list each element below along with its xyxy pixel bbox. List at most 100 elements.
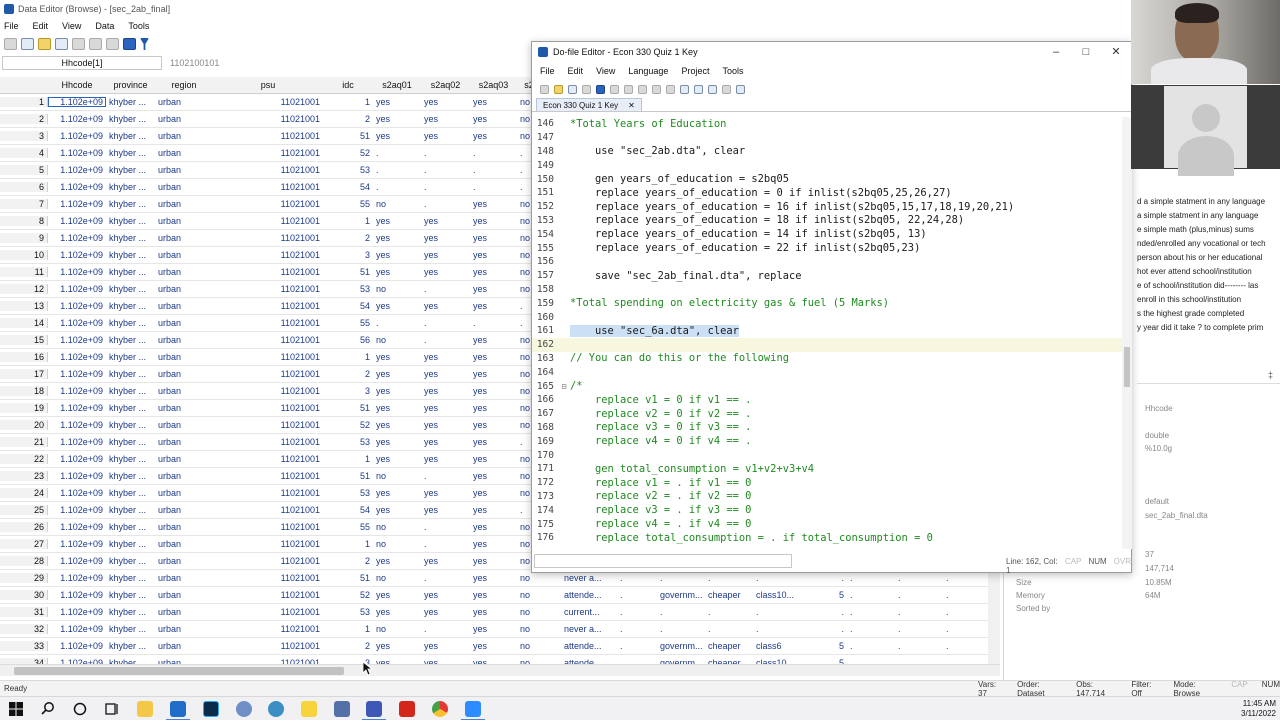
table-cell[interactable]: 1.102e+09 [48,386,106,396]
table-cell[interactable]: . [943,590,991,600]
table-cell[interactable]: urban [155,420,213,430]
table-cell[interactable]: khyber ... [106,454,155,464]
table-cell[interactable]: 1 [323,624,373,634]
table-cell[interactable]: 11021001 [213,403,323,413]
table-cell[interactable]: cheaper [705,590,753,600]
table-cell[interactable]: khyber ... [106,437,155,447]
maximize-icon[interactable]: □ [1071,42,1101,62]
row-number[interactable]: 12 [0,284,48,294]
table-cell[interactable]: 1.102e+09 [48,335,106,345]
table-cell[interactable]: . [421,182,470,192]
code-line[interactable]: 160 [532,310,1122,324]
table-cell[interactable]: yes [470,403,517,413]
table-cell[interactable]: 11021001 [213,131,323,141]
table-cell[interactable]: no [373,573,421,583]
table-cell[interactable]: . [421,318,470,328]
current-cell-name[interactable]: Hhcode[1] [2,56,162,70]
code-line[interactable]: 157 save "sec_2ab_final.dta", replace [532,269,1122,283]
table-cell[interactable]: . [657,607,705,617]
table-cell[interactable]: khyber ... [106,641,155,651]
table-cell[interactable]: urban [155,471,213,481]
table-cell[interactable]: urban [155,301,213,311]
table-cell[interactable]: cheaper [705,641,753,651]
table-cell[interactable]: . [847,607,895,617]
table-cell[interactable]: yes [470,284,517,294]
table-cell[interactable]: urban [155,386,213,396]
table-cell[interactable]: urban [155,403,213,413]
save-icon[interactable] [55,38,68,50]
table-cell[interactable]: urban [155,165,213,175]
table-cell[interactable]: yes [470,250,517,260]
variable-label-item[interactable]: a simple statment in any language [1137,209,1269,223]
table-cell[interactable]: 1.102e+09 [48,573,106,583]
table-cell[interactable]: 3 [323,386,373,396]
code-line[interactable]: 148 use "sec_2ab.dta", clear [532,145,1122,159]
code-line[interactable]: 166 replace v1 = 0 if v1 == . [532,393,1122,407]
column-header[interactable]: s2aq03 [470,80,517,90]
table-cell[interactable]: yes [421,437,470,447]
table-cell[interactable]: urban [155,199,213,209]
table-cell[interactable]: no [373,335,421,345]
find-text-icon[interactable] [596,84,605,94]
table-cell[interactable]: . [705,607,753,617]
table-cell[interactable]: . [421,522,470,532]
row-number[interactable]: 20 [0,420,48,430]
table-cell[interactable]: khyber ... [106,301,155,311]
paste-icon[interactable] [106,38,119,50]
table-cell[interactable]: . [943,607,991,617]
table-cell[interactable]: . [895,641,943,651]
table-cell[interactable]: yes [470,641,517,651]
table-cell[interactable]: 53 [323,165,373,175]
table-cell[interactable]: no [517,590,561,600]
sticky-notes-icon[interactable] [301,701,317,717]
row-number[interactable]: 27 [0,539,48,549]
table-cell[interactable]: . [373,148,421,158]
table-cell[interactable]: yes [421,556,470,566]
table-cell[interactable]: 11021001 [213,539,323,549]
table-cell[interactable]: yes [421,590,470,600]
table-cell[interactable]: khyber ... [106,624,155,634]
table-cell[interactable]: 11021001 [213,148,323,158]
table-cell[interactable]: no [373,539,421,549]
table-cell[interactable]: . [847,590,895,600]
table-cell[interactable]: 53 [323,607,373,617]
table-cell[interactable]: yes [470,199,517,209]
code-line[interactable]: 176 replace total_consumption = . if tot… [532,531,1122,545]
row-number[interactable]: 16 [0,352,48,362]
dofile-tab[interactable]: Econ 330 Quiz 1 Key ✕ [536,98,642,111]
table-cell[interactable]: . [617,624,657,634]
table-cell[interactable]: 11021001 [213,505,323,515]
table-cell[interactable]: 1 [323,216,373,226]
table-cell[interactable]: yes [470,233,517,243]
table-cell[interactable]: yes [421,420,470,430]
table-cell[interactable]: . [421,148,470,158]
file-explorer-icon[interactable] [137,701,153,717]
table-cell[interactable]: 11021001 [213,369,323,379]
table-cell[interactable]: 1.102e+09 [48,352,106,362]
table-cell[interactable]: yes [421,97,470,107]
row-number[interactable]: 22 [0,454,48,464]
table-cell[interactable]: yes [421,641,470,651]
table-cell[interactable]: 11021001 [213,114,323,124]
table-cell[interactable]: attende... [561,641,617,651]
execute-icon[interactable] [736,84,745,94]
calculator-icon[interactable] [334,701,350,717]
table-cell[interactable]: never a... [561,624,617,634]
table-cell[interactable]: khyber ... [106,352,155,362]
row-number[interactable]: 33 [0,641,48,651]
table-cell[interactable]: 1.102e+09 [48,624,106,634]
magnifier-app-icon[interactable] [268,701,284,717]
table-cell[interactable]: . [705,573,753,583]
table-cell[interactable]: . [657,624,705,634]
table-cell[interactable]: . [421,624,470,634]
table-cell[interactable]: yes [470,522,517,532]
table-cell[interactable]: yes [470,607,517,617]
table-cell[interactable]: 1.102e+09 [48,131,106,141]
row-number[interactable]: 24 [0,488,48,498]
table-cell[interactable]: 1 [323,539,373,549]
tab-close-icon[interactable]: ✕ [628,101,635,110]
code-line[interactable]: 165 ⊟/* [532,379,1122,393]
table-cell[interactable]: 52 [323,420,373,430]
dofile-menu-language[interactable]: Language [628,66,668,76]
stata-taskbar-icon[interactable] [362,701,386,720]
